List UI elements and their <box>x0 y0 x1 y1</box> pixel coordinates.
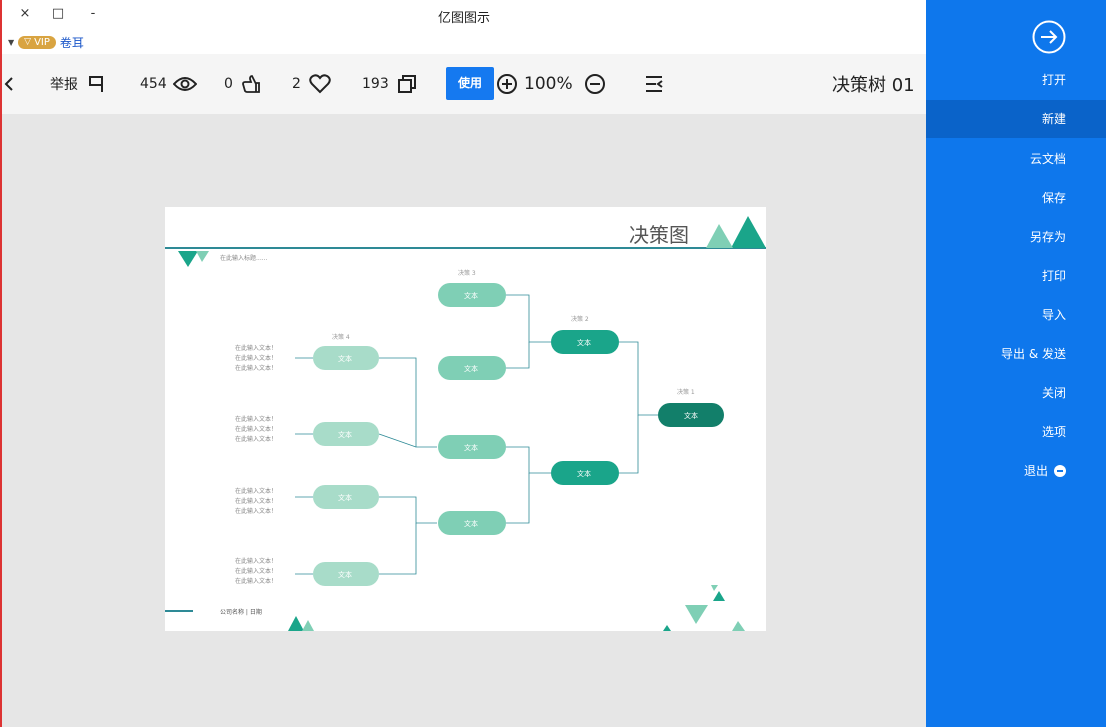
copy-button[interactable]: 193 <box>362 72 417 96</box>
node-text: 文本 <box>577 338 591 347</box>
decision-label-1: 决策 1 <box>677 388 695 396</box>
svg-text:在此输入文本！: 在此输入文本！ <box>235 435 277 443</box>
flag-icon <box>89 76 103 92</box>
svg-text:在此输入文本！: 在此输入文本！ <box>235 497 277 505</box>
node-text: 文本 <box>338 570 352 579</box>
svg-text:在此输入文本！: 在此输入文本！ <box>235 415 277 423</box>
zoom-in-icon[interactable] <box>496 72 518 96</box>
thumbs-up-icon <box>242 75 260 93</box>
svg-text:在此输入文本！: 在此输入文本！ <box>235 425 277 433</box>
diagram-title: 决策图 <box>629 223 689 247</box>
vip-chevron-icon: ▽ <box>24 37 32 47</box>
node-text: 文本 <box>577 469 591 478</box>
footer-triangle <box>288 616 304 631</box>
diagram-footer: 公司名称 | 日期 <box>220 608 262 616</box>
title-bar: × □ - 亿图图示 <box>2 0 926 30</box>
node-text: 文本 <box>464 519 478 528</box>
menu-new[interactable]: 新建 <box>926 100 1106 138</box>
decision-label-4: 决策 4 <box>332 333 350 341</box>
eye-icon <box>172 77 197 91</box>
menu-exit[interactable]: 退出 <box>926 452 1106 490</box>
node-text: 文本 <box>464 443 478 452</box>
node-text: 文本 <box>464 291 478 300</box>
diagram-subtitle: 在此输入标题...... <box>220 254 268 262</box>
menu-export-send[interactable]: 导出 & 发送 <box>926 335 1106 373</box>
footer-triangle-down <box>685 605 708 624</box>
footer-triangle <box>732 621 745 631</box>
leaf-text-group-2: 在此输入文本！ 在此输入文本！ 在此输入文本！ <box>235 415 277 443</box>
svg-text:在此输入文本！: 在此输入文本！ <box>235 567 277 575</box>
header-triangle-down-dark <box>178 251 198 267</box>
like-button[interactable]: 0 <box>224 72 261 96</box>
svg-text:在此输入文本！: 在此输入文本！ <box>235 354 277 362</box>
app-window: × □ - 亿图图示 ▼ ▽ VIP 卷耳 举报 454 0 2 193 使用 1… <box>0 0 1106 727</box>
footer-triangle <box>711 585 718 591</box>
menu-import[interactable]: 导入 <box>926 296 1106 334</box>
views-counter: 454 <box>140 72 197 96</box>
menu-options[interactable]: 选项 <box>926 413 1106 451</box>
exit-icon <box>1054 465 1066 477</box>
svg-text:在此输入文本！: 在此输入文本！ <box>235 557 277 565</box>
account-name[interactable]: 卷耳 <box>60 34 84 51</box>
vip-badge: ▽ VIP <box>18 35 56 49</box>
menu-close[interactable]: 关闭 <box>926 374 1106 412</box>
menu-print[interactable]: 打印 <box>926 257 1106 295</box>
menu-exit-label: 退出 <box>1023 464 1048 478</box>
svg-text:在此输入文本！: 在此输入文本！ <box>235 344 277 352</box>
diagram-page[interactable]: 决策图 在此输入标题...... 公司名称 | 日期 决策 1 文本 决策 2 … <box>165 207 766 631</box>
node-text: 文本 <box>684 411 698 420</box>
menu-save-as[interactable]: 另存为 <box>926 218 1106 256</box>
svg-text:在此输入文本！: 在此输入文本！ <box>235 364 277 372</box>
footer-triangle <box>663 625 671 631</box>
svg-text:在此输入文本！: 在此输入文本！ <box>235 577 277 585</box>
svg-text:在此输入文本！: 在此输入文本！ <box>235 487 277 495</box>
node-text: 文本 <box>338 430 352 439</box>
caret-down-icon: ▼ <box>8 37 15 47</box>
node-text: 文本 <box>464 364 478 373</box>
header-triangle-small <box>706 224 733 248</box>
copy-icon <box>397 75 416 93</box>
zoom-out-icon[interactable] <box>584 72 606 96</box>
use-button[interactable]: 使用 <box>446 67 494 100</box>
heart-icon <box>309 74 331 94</box>
svg-text:在此输入文本！: 在此输入文本！ <box>235 507 277 515</box>
leaf-text-group-1: 在此输入文本！ 在此输入文本！ 在此输入文本！ <box>235 344 277 372</box>
report-label: 举报 <box>50 77 78 93</box>
favorite-button[interactable]: 2 <box>292 72 331 96</box>
footer-triangle <box>302 620 314 631</box>
zoom-level: 100% <box>524 74 573 94</box>
outline-icon[interactable] <box>644 72 664 96</box>
menu-save[interactable]: 保存 <box>926 179 1106 217</box>
node-text: 文本 <box>338 354 352 363</box>
account-menu[interactable]: ▼ ▽ VIP 卷耳 <box>8 33 84 51</box>
header-triangle-large <box>731 216 766 248</box>
footer-triangle <box>713 591 725 601</box>
decision-label-3: 决策 3 <box>458 269 476 277</box>
back-arrow-icon[interactable] <box>1032 20 1066 54</box>
leaf-text-group-4: 在此输入文本！ 在此输入文本！ 在此输入文本！ <box>235 557 277 585</box>
leaf-text-group-3: 在此输入文本！ 在此输入文本！ 在此输入文本！ <box>235 487 277 515</box>
header-triangle-down-light <box>196 251 209 262</box>
node-text: 文本 <box>338 493 352 502</box>
decision-label-2: 决策 2 <box>571 315 589 323</box>
document-title: 决策树 01 <box>832 75 915 96</box>
menu-cloud-docs[interactable]: 云文档 <box>926 140 1106 178</box>
report-button[interactable]: 举报 <box>50 72 104 96</box>
menu-open[interactable]: 打开 <box>926 61 1106 99</box>
chevron-left-icon[interactable] <box>4 72 14 96</box>
window-title: 亿图图示 <box>437 11 490 26</box>
